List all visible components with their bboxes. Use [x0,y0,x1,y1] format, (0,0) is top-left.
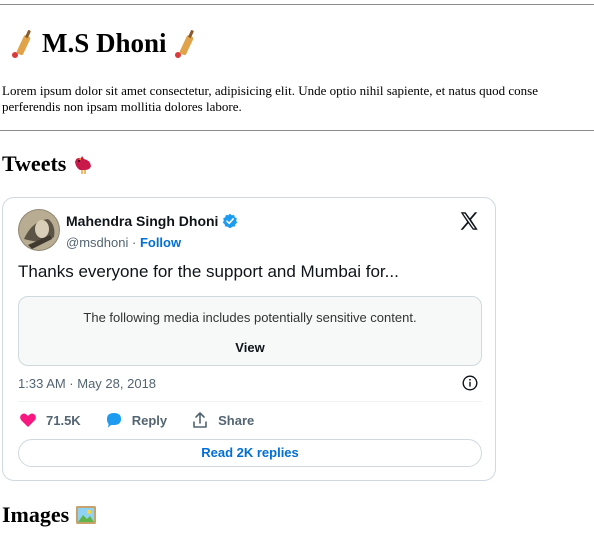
reply-label: Reply [131,412,168,428]
tweet-timestamp[interactable]: 1:33 AM · May 28, 2018 [18,376,156,391]
bird-icon [75,156,92,174]
author-name-text[interactable]: Mahendra Singh Dhoni [66,213,218,229]
intro-line-1: Lorem ipsum dolor sit amet consectetur, … [2,83,538,98]
handle-row: @msdhoni · Follow [66,235,181,250]
info-icon[interactable] [462,375,478,391]
like-button[interactable]: 71.5K [19,411,81,429]
author-name[interactable]: Mahendra Singh Dhoni [66,213,238,229]
share-button[interactable]: Share [191,411,254,429]
speech-bubble-icon [106,413,121,428]
sensitive-media-warning: The following media includes potentially… [18,296,482,366]
follow-link[interactable]: Follow [140,235,181,250]
verified-badge-icon [223,213,238,229]
author-handle[interactable]: @msdhoni [66,235,128,250]
x-logo-icon[interactable] [458,210,480,232]
cricket-bat-icon [12,29,31,58]
heart-icon [20,413,36,427]
tweet-actions: 71.5K Reply Share [19,411,278,429]
tweet-text[interactable]: Thanks everyone for the support and Mumb… [18,262,399,282]
embedded-tweet[interactable]: Mahendra Singh Dhoni @msdhoni · Follow T… [2,197,496,481]
images-heading: Images [2,502,97,528]
share-icon [193,412,207,428]
reply-button[interactable]: Reply [105,411,167,429]
likes-count: 71.5K [46,412,81,428]
framed-picture-icon [76,506,97,524]
read-replies-button[interactable]: Read 2K replies [18,439,482,467]
cricket-bat-icon [174,29,194,58]
tweet-divider [18,401,482,402]
page-title: M.S Dhoni [10,28,199,59]
section-divider [0,130,594,131]
intro-paragraph: Lorem ipsum dolor sit amet consectetur, … [2,83,594,115]
handle-separator: · [131,235,137,250]
top-divider [0,4,594,5]
tweets-heading: Tweets [2,151,94,177]
intro-line-2: perferendis non ipsam mollitia dolores l… [2,99,242,114]
images-heading-text: Images [2,502,70,527]
tweets-heading-text: Tweets [2,151,67,176]
view-button[interactable]: View [19,340,481,355]
avatar[interactable] [18,209,60,251]
title-text: M.S Dhoni [42,28,167,58]
share-label: Share [218,412,255,428]
sensitive-message: The following media includes potentially… [83,310,417,325]
